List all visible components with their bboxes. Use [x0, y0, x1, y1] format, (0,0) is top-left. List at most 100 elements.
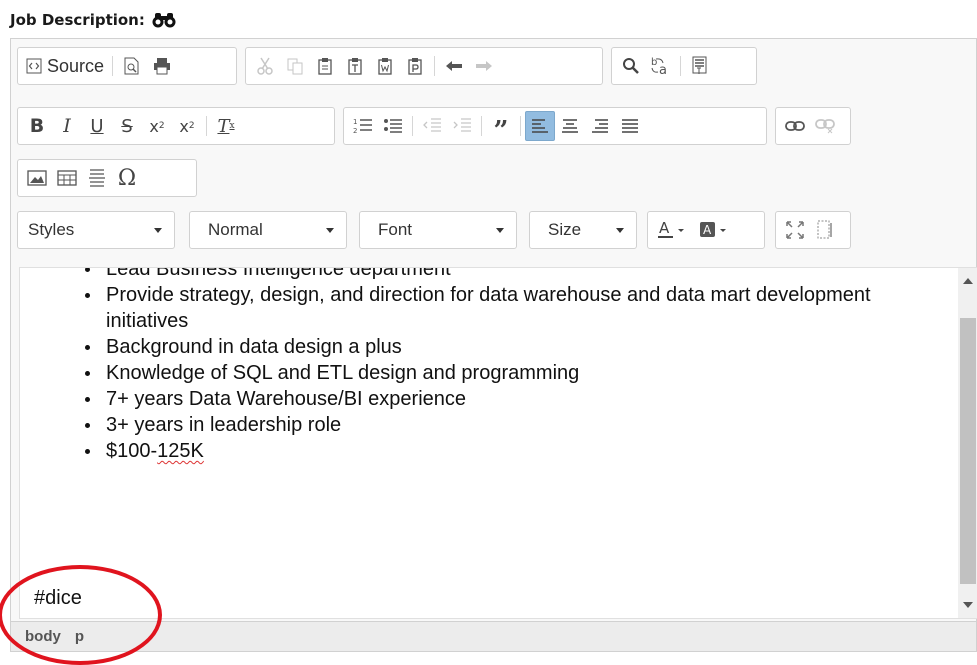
background-color-button[interactable]: A — [694, 215, 736, 245]
background-color-icon: A — [700, 222, 726, 237]
outdent-button[interactable] — [417, 111, 447, 141]
spellcheck-word: 125K — [157, 440, 204, 462]
list-item: Lead Business Intelligence department — [85, 268, 948, 282]
justify-button[interactable] — [615, 111, 645, 141]
preview-icon — [124, 57, 139, 75]
list-item: Provide strategy, design, and direction … — [85, 282, 948, 334]
image-button[interactable] — [22, 163, 52, 193]
paste-plain-icon — [408, 58, 422, 75]
align-center-button[interactable] — [555, 111, 585, 141]
insert-tool-group: Ω — [17, 159, 197, 197]
chevron-down-icon — [496, 228, 504, 233]
remove-format-button[interactable]: Tx — [211, 111, 241, 141]
svg-text:A: A — [659, 220, 670, 237]
blockquote-button[interactable]: ” — [486, 111, 516, 146]
horizontal-line-icon — [89, 169, 105, 187]
scrollbar-thumb[interactable] — [960, 318, 976, 584]
bullet-list: Lead Business Intelligence department Pr… — [20, 268, 948, 464]
redo-button[interactable] — [469, 51, 499, 81]
text-color-button[interactable]: A — [652, 215, 694, 245]
font-dropdown[interactable]: Font — [359, 211, 517, 249]
list-item: 3+ years in leadership role — [85, 412, 948, 438]
undo-button[interactable] — [439, 51, 469, 81]
maximize-button[interactable] — [780, 215, 810, 245]
special-character-button[interactable]: Ω — [112, 163, 142, 193]
indent-button[interactable] — [447, 111, 477, 141]
align-right-button[interactable] — [585, 111, 615, 141]
unlink-button[interactable] — [810, 111, 840, 141]
editor-content-area[interactable]: Lead Business Intelligence department Pr… — [19, 267, 977, 619]
align-left-icon — [532, 119, 548, 133]
toolbar-separator — [206, 116, 207, 136]
scroll-up-arrow-icon[interactable] — [963, 278, 973, 284]
bold-button[interactable]: B — [22, 111, 52, 141]
indent-icon — [453, 118, 471, 132]
paste-text-icon — [348, 58, 362, 75]
size-dropdown[interactable]: Size — [529, 211, 637, 249]
cut-button[interactable] — [250, 51, 280, 81]
superscript-button[interactable]: x2 — [172, 111, 202, 141]
link-button[interactable] — [780, 111, 810, 141]
replace-icon: ba — [651, 57, 667, 76]
source-button[interactable]: Source — [22, 51, 108, 81]
svg-text:1: 1 — [353, 118, 357, 126]
image-icon — [27, 170, 47, 186]
field-header: Job Description: — [10, 6, 177, 34]
styles-dropdown[interactable]: Styles — [17, 211, 175, 249]
scroll-down-arrow-icon[interactable] — [963, 602, 973, 608]
svg-text:A: A — [703, 223, 712, 237]
toolbar-separator — [481, 116, 482, 136]
paste-button[interactable] — [310, 51, 340, 81]
paste-word-button[interactable] — [370, 51, 400, 81]
strikethrough-button[interactable]: S — [112, 111, 142, 141]
format-dropdown[interactable]: Normal — [189, 211, 347, 249]
align-left-button[interactable] — [525, 111, 555, 141]
paste-plain-button[interactable] — [400, 51, 430, 81]
undo-icon — [446, 61, 462, 71]
subscript-button[interactable]: x2 — [142, 111, 172, 141]
numbered-list-icon: 12 — [353, 118, 372, 135]
show-blocks-icon — [817, 220, 832, 239]
bulleted-list-button[interactable] — [378, 111, 408, 141]
paste-text-button[interactable] — [340, 51, 370, 81]
find-button[interactable] — [616, 51, 646, 81]
hashtag-paragraph: #dice — [34, 587, 82, 609]
colors-tool-group: A A — [647, 211, 765, 249]
maximize-icon — [786, 221, 804, 239]
list-item: $100-125K — [85, 438, 948, 464]
preview-button[interactable] — [117, 51, 147, 81]
salary-prefix: $100- — [106, 440, 158, 462]
path-body[interactable]: body — [25, 628, 61, 645]
horizontal-line-button[interactable] — [82, 163, 112, 193]
editing-tool-group: ba — [611, 47, 757, 85]
table-button[interactable] — [52, 163, 82, 193]
replace-button[interactable]: ba — [646, 51, 676, 81]
basic-styles-tool-group: B I U S x2 x2 Tx — [17, 107, 335, 145]
list-item: 7+ years Data Warehouse/BI experience — [85, 386, 948, 412]
binoculars-icon — [152, 13, 176, 28]
underline-button[interactable]: U — [82, 111, 112, 141]
copy-button[interactable] — [280, 51, 310, 81]
link-icon — [785, 121, 805, 131]
svg-text:2: 2 — [353, 127, 357, 135]
path-p[interactable]: p — [75, 628, 84, 645]
numbered-list-button[interactable]: 12 — [348, 111, 378, 141]
show-blocks-button[interactable] — [810, 215, 840, 245]
links-tool-group — [775, 107, 851, 145]
toolbar-separator — [112, 56, 114, 76]
chevron-down-icon — [616, 228, 624, 233]
italic-button[interactable]: I — [52, 111, 82, 141]
select-all-icon — [692, 56, 707, 74]
list-item: Background in data design a plus — [85, 334, 948, 360]
element-path-bar: body p — [11, 621, 976, 651]
vertical-scrollbar[interactable] — [958, 268, 977, 618]
source-icon — [26, 58, 42, 74]
editor-toolbar: Source b a B I U S x 2 x 2 T x 1 2 ” Ω S… — [11, 39, 976, 267]
tools-tool-group — [775, 211, 851, 249]
print-button[interactable] — [147, 51, 177, 81]
align-center-icon — [562, 119, 578, 133]
select-all-button[interactable] — [685, 51, 715, 81]
magnifier-icon — [623, 58, 639, 74]
toolbar-separator — [412, 116, 413, 136]
styles-label: Styles — [28, 220, 75, 239]
